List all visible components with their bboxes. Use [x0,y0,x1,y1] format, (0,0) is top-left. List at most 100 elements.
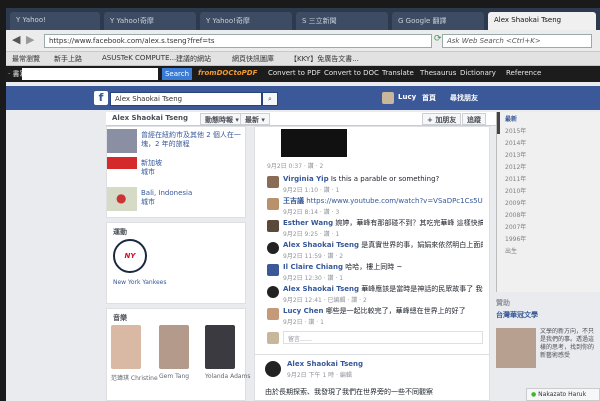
year-link[interactable]: 1996年 [505,234,526,243]
artist-name[interactable]: Gem Tang [159,373,189,380]
map-pin-icon: ● [107,187,137,211]
comment-author[interactable]: 王吉議 [283,197,304,205]
bookmark-most-visited[interactable]: 最常瀏覽 [12,54,40,64]
yankees-logo-icon[interactable]: NY [113,239,147,273]
timeline-scroll-marker [497,112,500,134]
reference-button[interactable]: Reference [506,69,541,77]
profile-name[interactable]: Alex Shaokai Tseng [112,114,188,122]
convert-doc-button[interactable]: Convert to DOC [324,69,379,77]
artist-photo[interactable] [205,325,235,369]
avatar[interactable] [267,220,279,232]
tab-facebook-profile[interactable]: Alex Shaokai Tseng [488,12,596,30]
comment-author[interactable]: Lucy Chen [283,307,323,315]
post-image[interactable] [281,129,347,157]
bookmark-getting-started[interactable]: 新手上路 [54,54,82,64]
comment-body: Esther Wang 婉婷，華峰有那部碰不到？其吃完華峰 這樣快搞作為神速魔鬼… [283,219,483,227]
avatar[interactable] [267,308,279,320]
tab-label: G Google 翻譯 [398,17,447,25]
facebook-search-input[interactable]: Alex Shaokai Tseng [110,92,262,106]
avatar[interactable] [267,198,279,210]
bookmark-kky[interactable]: 【KKY】免廣告文書... [290,54,359,64]
year-link[interactable]: 2011年 [505,174,526,183]
thesaurus-button[interactable]: Thesaurus [420,69,456,77]
comment-text: Is this a parable or something? [330,175,440,183]
recent-label: 最新 [245,116,259,124]
url-field[interactable]: https://www.facebook.com/alex.s.tseng?fr… [44,34,432,48]
artist-name[interactable]: 范瑋琪 Christine [111,373,158,382]
avatar[interactable] [267,286,279,298]
post-image-caption: 9月2日 0:37 · 讚 · 2 [267,163,324,170]
place-item[interactable]: 曾經在紐約市及其他 2 個人在一塊，2 年的旅程 [107,129,245,155]
bookmark-asus[interactable]: ASUSTeK COMPUTE... [102,54,176,62]
add-friend-button[interactable]: + 加朋友 [422,113,462,125]
tab-yahoo-kimo[interactable]: Y Yahoo!奇摩 [104,12,196,30]
place-item[interactable]: ● Bali, Indonesia 城市 [107,187,245,213]
avatar[interactable] [267,242,279,254]
year-link-latest[interactable]: 最新 [505,114,517,123]
avatar[interactable] [265,361,281,377]
comment-text: 婉婷，華峰有那部碰不到？其吃完華峰 這樣快搞作為神速魔鬼主軍應 [335,219,483,227]
tab-yahoo[interactable]: Y Yahoo! [10,12,100,30]
tab-yahoo-kimo-2[interactable]: Y Yahoo!奇摩 [200,12,292,30]
avatar[interactable] [267,264,279,276]
comment-author[interactable]: Esther Wang [283,219,333,227]
convert-pdf-button[interactable]: Convert to PDF [268,69,321,77]
year-link[interactable]: 出生 [505,246,517,255]
place-item[interactable]: 新加坡 城市 [107,157,245,183]
year-link[interactable]: 2009年 [505,198,526,207]
avatar[interactable] [267,176,279,188]
year-link[interactable]: 2013年 [505,150,526,159]
year-link[interactable]: 2008年 [505,210,526,219]
artist-photo[interactable] [111,325,141,369]
avatar[interactable] [382,92,394,104]
artist-photo[interactable] [159,325,189,369]
year-link[interactable]: 2007年 [505,222,526,231]
comment-meta: 9月2日 12:30 · 讚 · 1 [283,275,344,282]
year-link[interactable]: 2015年 [505,126,526,135]
recent-menu-button[interactable]: 最新 ▾ [240,113,270,125]
timeline-menu-button[interactable]: 動態時報 ▾ [200,113,244,125]
translate-button[interactable]: Translate [382,69,414,77]
search-icon[interactable]: ⌕ [262,92,278,106]
tab-google-translate[interactable]: G Google 翻譯 [392,12,484,30]
comment-author[interactable]: Virginia Yip [283,175,329,183]
back-icon[interactable]: ◀ [12,33,20,46]
comment-author[interactable]: Il Claire Chiang [283,263,343,271]
left-column: 曾經在紐約市及其他 2 個人在一塊，2 年的旅程 新加坡 城市 ● Bali, … [106,126,251,401]
year-navigator: 最新 2015年 2014年 2013年 2012年 2011年 2010年 2… [496,112,600,292]
profile-link[interactable]: Lucy [398,93,416,101]
find-friends-link[interactable]: 尋找朋友 [450,93,478,103]
forward-icon[interactable]: ▶ [26,33,34,46]
year-link[interactable]: 2010年 [505,186,526,195]
toolbar-search-button[interactable]: Search [162,68,192,80]
artist-name[interactable]: Yolanda Adams [205,373,251,380]
comment-input[interactable]: 留言…… [283,331,483,344]
comment-placeholder: 留言…… [288,336,313,343]
toolbar-search-input[interactable] [22,68,158,80]
comment-link[interactable]: https://www.youtube.com/watch?v=VSaDPc1C… [306,197,483,205]
web-search-field[interactable]: Ask Web Search <Ctrl+K> [442,34,592,48]
refresh-icon[interactable]: ⟳ [434,34,442,44]
tab-sanli[interactable]: S 三立新聞 [296,12,388,30]
music-card: 音樂 范瑋琪 Christine Gem Tang Yolanda Adams [106,308,251,401]
place-text: 新加坡 城市 [141,159,162,176]
team-name[interactable]: New York Yankees [113,279,173,287]
ad-image[interactable] [496,328,536,368]
comment-author[interactable]: Alex Shaokai Tseng [283,241,359,249]
tab-label: Y Yahoo!奇摩 [206,17,250,25]
comment-author[interactable]: Alex Shaokai Tseng [283,285,359,293]
chat-tab[interactable]: ● Nakazato Haruk [526,388,600,401]
post-author[interactable]: Alex Shaokai Tseng [287,360,363,368]
ad-text: 文學的新方向，不只是我們的事。透過這樣的思考，找到你的新藝術感受 [540,328,595,359]
comment: Virginia Yip Is this a parable or someth… [267,175,487,195]
facebook-logo-icon[interactable]: f [94,91,108,105]
follow-button[interactable]: 追蹤 [462,113,486,125]
bookmark-suggested-sites[interactable]: 建議的網站 [176,54,211,64]
home-link[interactable]: 首頁 [422,93,436,103]
bookmark-web-slice[interactable]: 網頁快訊圖庫 [232,54,274,64]
dictionary-button[interactable]: Dictionary [460,69,496,77]
year-link[interactable]: 2014年 [505,138,526,147]
year-link[interactable]: 2012年 [505,162,526,171]
ad-title[interactable]: 台灣華冠文學 [496,310,538,320]
comment-text: 華峰應該是當時是神話的民眾故事了 我們一起見 [361,285,483,293]
